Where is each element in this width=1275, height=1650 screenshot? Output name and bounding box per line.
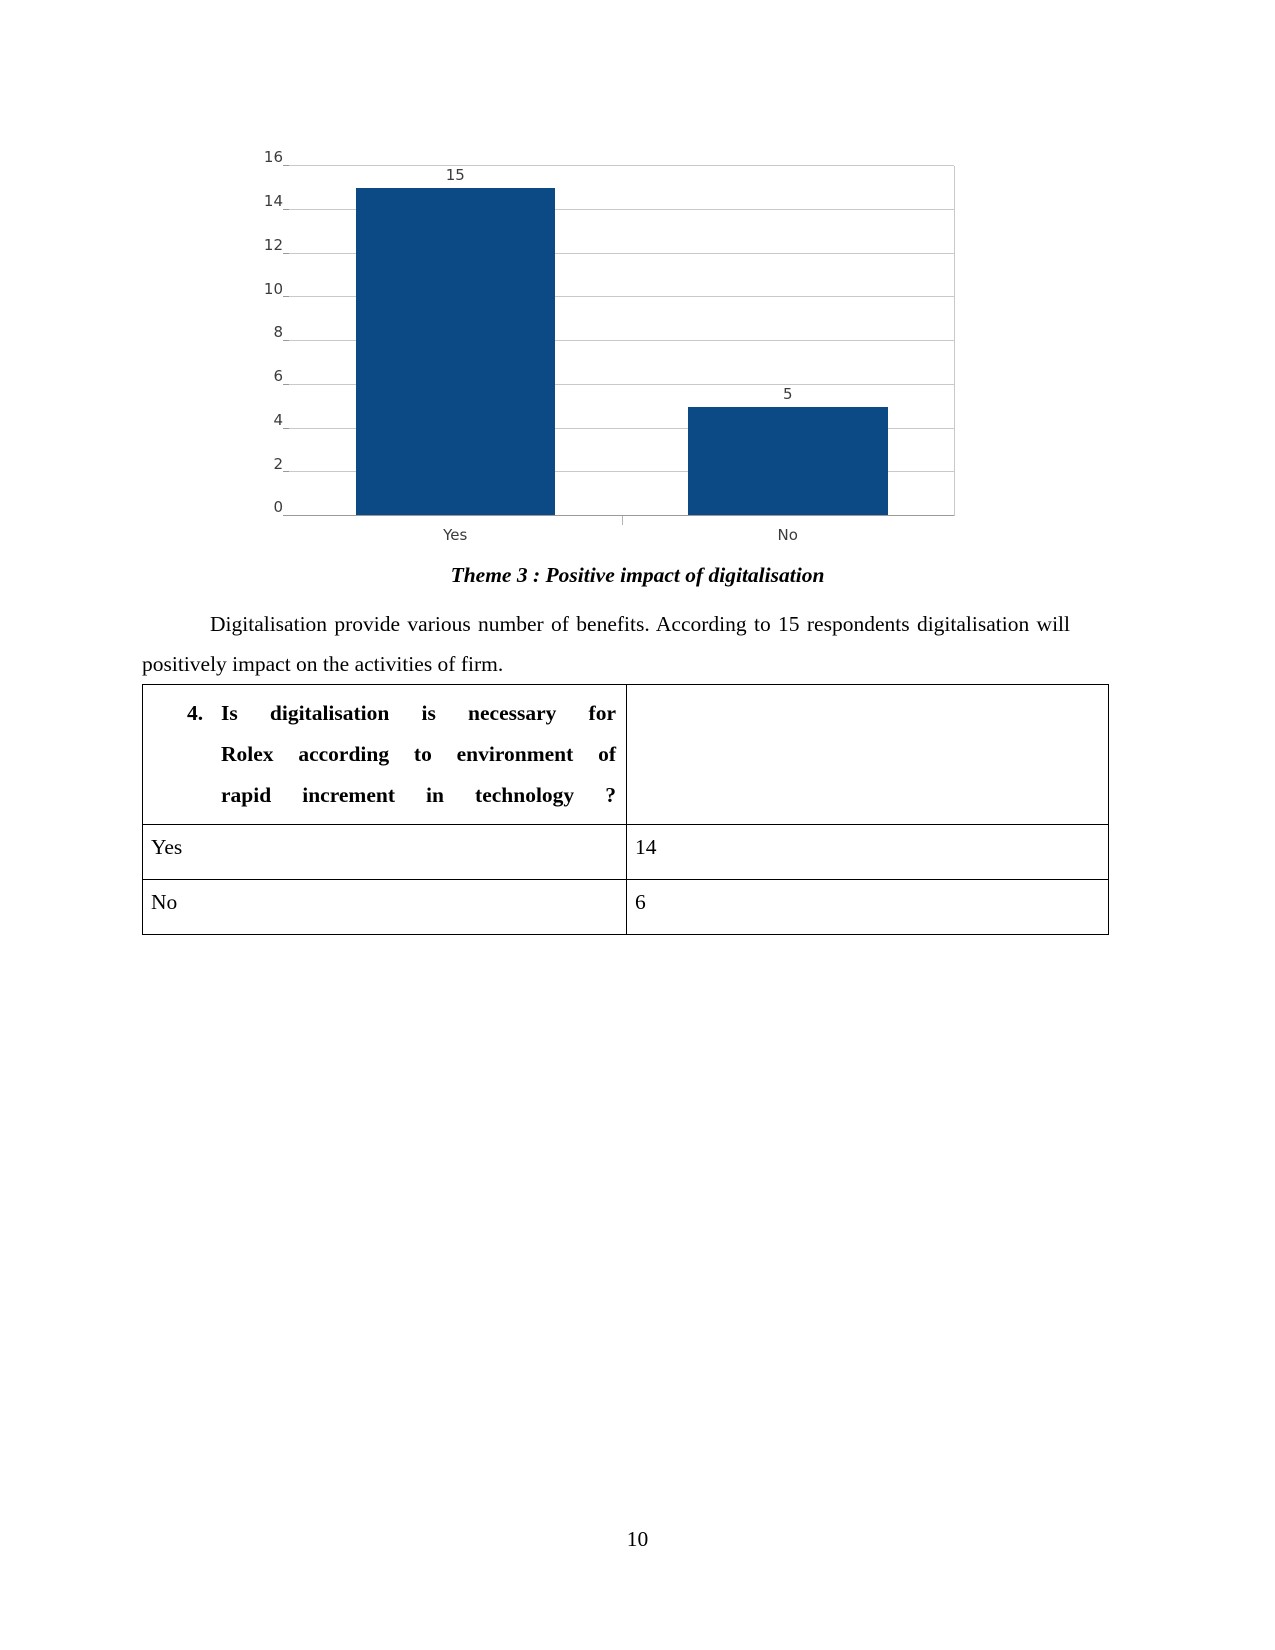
y-axis-tick-label: 14 <box>263 192 283 211</box>
row-label-no: No <box>142 879 627 935</box>
x-axis-tick-label: No <box>777 526 798 544</box>
row-label-yes: Yes <box>142 824 627 880</box>
question-number-spacer <box>187 734 221 775</box>
question-line-2: Rolex according to environment of <box>221 742 616 766</box>
x-axis-tick-label: Yes <box>443 526 468 544</box>
y-axis-tick-label: 2 <box>273 454 283 473</box>
chart-bar-no <box>688 406 888 516</box>
y-axis-tick-label: 8 <box>273 323 283 342</box>
page-number: 10 <box>626 1527 649 1551</box>
chart-plot-area: 0 2 4 6 8 10 12 14 16 15 Yes 5 No <box>264 148 955 544</box>
y-axis-tick-label: 10 <box>263 279 283 298</box>
chart-bar-group: 15 Yes <box>289 165 622 544</box>
question-number-spacer-2 <box>187 775 221 816</box>
chart-bar-group: 5 No <box>621 166 955 544</box>
question-number: 4. <box>187 701 204 725</box>
table-row-header: 4. Is digitalisation is necessary for Ro… <box>142 684 1109 825</box>
row-value-no: 6 <box>626 879 1109 935</box>
question-line-1: Is digitalisation is necessary for <box>221 701 616 725</box>
body-paragraph: Digitalisation provide various number of… <box>142 604 1070 684</box>
chart-bar-value-label: 5 <box>782 384 793 403</box>
question-line-3-wrap: rapid increment in technology ? <box>151 775 616 816</box>
question-value-cell <box>626 684 1109 825</box>
question-line-2-wrap: Rolex according to environment of <box>151 734 616 775</box>
bar-chart-figure: 0 2 4 6 8 10 12 14 16 15 Yes 5 No <box>255 148 955 552</box>
table-row: No 6 <box>142 879 1109 935</box>
y-axis-tick-label: 12 <box>263 235 283 254</box>
y-axis-tick-label: 16 <box>263 148 283 167</box>
paragraph-text: Digitalisation provide various number of… <box>142 612 1070 676</box>
row-value-yes: 14 <box>626 824 1109 880</box>
question-cell: 4. Is digitalisation is necessary for Ro… <box>142 684 627 825</box>
question-table: 4. Is digitalisation is necessary for Ro… <box>142 684 1109 935</box>
chart-bar-value-label: 15 <box>445 165 465 184</box>
chart-x-axis <box>289 515 954 516</box>
figure-caption: Theme 3 : Positive impact of digitalisat… <box>450 563 825 587</box>
x-axis-separator <box>621 516 623 525</box>
y-axis-tick-label: 0 <box>273 498 283 517</box>
table-row: Yes 14 <box>142 824 1109 880</box>
y-axis-tick-label: 6 <box>273 367 283 386</box>
y-axis-tick-label: 4 <box>273 410 283 429</box>
chart-bar-yes <box>355 187 555 516</box>
question-line-3: rapid increment in technology ? <box>221 783 616 807</box>
chart-bars-layer: 15 Yes 5 No <box>289 165 955 544</box>
question-line-1-wrap: 4. Is digitalisation is necessary for <box>151 693 616 734</box>
